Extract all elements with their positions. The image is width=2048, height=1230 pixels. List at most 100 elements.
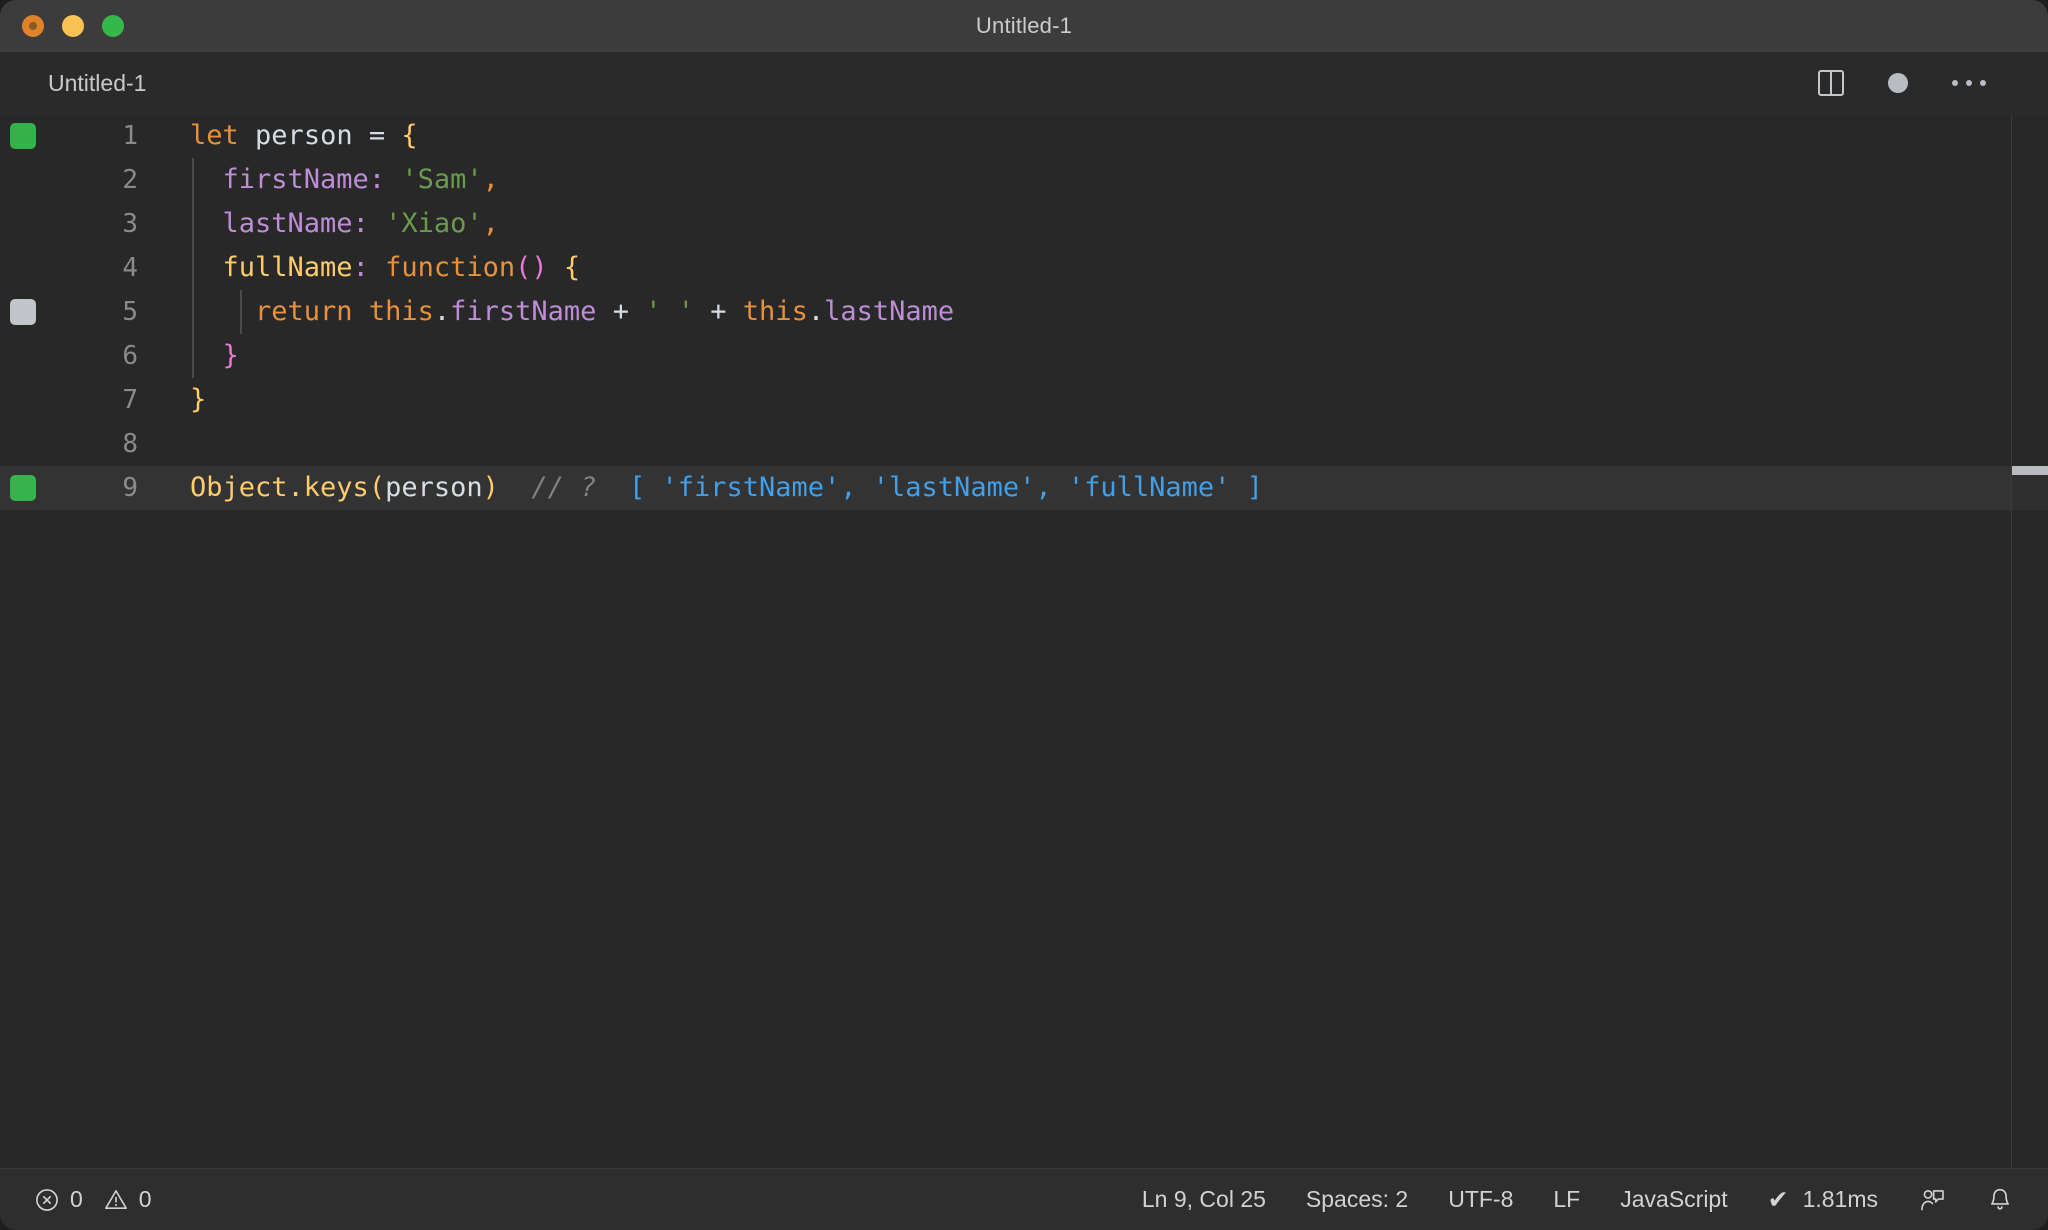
status-bar-right: Ln 9, Col 25 Spaces: 2 UTF-8 LF JavaScri… — [1142, 1185, 2048, 1215]
token-property-fullName: fullName — [223, 252, 353, 283]
token-call-object-keys: Object.keys — [190, 472, 369, 503]
live-indicator-green-icon — [10, 475, 36, 501]
token-keyword-return: return — [255, 296, 353, 327]
token-brace-open: { — [401, 120, 417, 151]
code-line-5[interactable]: 5 return this.firstName + ' ' + this.las… — [0, 290, 2048, 334]
token-space — [385, 120, 401, 151]
token-dot-1: . — [434, 296, 450, 327]
code-line-8[interactable]: 8 — [0, 422, 2048, 466]
more-actions-icon — [1952, 80, 1986, 86]
token-operator-plus-2: + — [694, 296, 743, 327]
token-indent — [190, 252, 223, 283]
split-editor-button[interactable] — [1818, 70, 1844, 96]
line-content-3: lastName: 'Xiao', — [166, 202, 2048, 246]
token-colon: : — [369, 164, 385, 195]
token-indent — [190, 208, 223, 239]
cursor-position[interactable]: Ln 9, Col 25 — [1142, 1186, 1266, 1213]
token-paren-open: ( — [369, 472, 385, 503]
inline-result-value: [ 'firstName', 'lastName', 'fullName' ] — [629, 472, 1263, 503]
line-content-2: firstName: 'Sam', — [166, 158, 2048, 202]
token-space — [353, 120, 369, 151]
token-brace-close-outer: } — [190, 384, 206, 415]
perf-time: 1.81ms — [1803, 1186, 1878, 1213]
line-number-5: 5 — [46, 290, 166, 334]
token-property-firstName: firstName — [223, 164, 369, 195]
tab-label: Untitled-1 — [48, 70, 146, 97]
token-keyword-this-1: this — [369, 296, 434, 327]
code-line-9[interactable]: 9 Object.keys(person) // ? [ 'firstName'… — [0, 466, 2048, 510]
line-number-4: 4 — [46, 246, 166, 290]
token-comment-probe: // ? — [531, 472, 596, 503]
error-circle-icon — [34, 1187, 60, 1213]
status-bar: 0 0 Ln 9, Col 25 Spaces: 2 UTF-8 LF Java… — [0, 1168, 2048, 1230]
code-line-3[interactable]: 3 lastName: 'Xiao', — [0, 202, 2048, 246]
code-line-1[interactable]: 1 let person = { — [0, 114, 2048, 158]
token-comma: , — [483, 164, 499, 195]
token-space — [499, 472, 532, 503]
split-editor-icon — [1818, 70, 1844, 96]
line-number-8: 8 — [46, 422, 166, 466]
zoom-window-button[interactable] — [102, 15, 124, 37]
warning-count: 0 — [139, 1186, 152, 1213]
code-line-7[interactable]: 7 } — [0, 378, 2048, 422]
unsaved-indicator-button[interactable] — [1888, 73, 1908, 93]
warning-triangle-icon — [103, 1187, 129, 1213]
problems-status[interactable]: 0 0 — [34, 1186, 152, 1213]
token-space — [596, 472, 629, 503]
token-brace-open: { — [564, 252, 580, 283]
indentation-setting[interactable]: Spaces: 2 — [1306, 1186, 1408, 1213]
line-marker-cell-9[interactable] — [0, 475, 46, 501]
token-indent — [190, 340, 223, 371]
token-member-firstName: firstName — [450, 296, 596, 327]
token-string-space: ' ' — [645, 296, 694, 327]
token-space — [548, 252, 564, 283]
line-marker-cell-5[interactable] — [0, 299, 46, 325]
scrollbar-divider — [2011, 114, 2012, 1168]
more-actions-button[interactable] — [1952, 80, 1986, 86]
language-mode[interactable]: JavaScript — [1620, 1186, 1727, 1213]
line-number-2: 2 — [46, 158, 166, 202]
code-line-6[interactable]: 6 } — [0, 334, 2048, 378]
line-number-7: 7 — [46, 378, 166, 422]
editor-actions — [1818, 70, 2020, 96]
tab-untitled-1[interactable]: Untitled-1 — [0, 52, 180, 114]
check-icon: ✔ — [1768, 1185, 1789, 1215]
live-indicator-green-icon — [10, 123, 36, 149]
token-identifier-person: person — [255, 120, 353, 151]
traffic-lights — [0, 15, 124, 37]
line-marker-cell-1[interactable] — [0, 123, 46, 149]
token-operator-assign: = — [369, 120, 385, 151]
line-number-3: 3 — [46, 202, 166, 246]
token-operator-plus-1: + — [596, 296, 645, 327]
window-title: Untitled-1 — [0, 13, 2048, 39]
line-number-9: 9 — [46, 466, 166, 510]
bell-icon[interactable] — [1986, 1186, 2014, 1214]
error-count: 0 — [70, 1186, 83, 1213]
token-space — [239, 120, 255, 151]
line-content-5: return this.firstName + ' ' + this.lastN… — [166, 290, 2048, 334]
code-line-4[interactable]: 4 fullName: function() { — [0, 246, 2048, 290]
line-content-7: } — [166, 378, 2048, 422]
line-number-1: 1 — [46, 114, 166, 158]
close-window-button[interactable] — [22, 15, 44, 37]
token-space — [369, 208, 385, 239]
line-content-9: Object.keys(person) // ? [ 'firstName', … — [166, 466, 2048, 510]
code-line-2[interactable]: 2 firstName: 'Sam', — [0, 158, 2048, 202]
minimize-window-button[interactable] — [62, 15, 84, 37]
performance-status[interactable]: ✔ 1.81ms — [1768, 1185, 1878, 1215]
code-editor[interactable]: 1 let person = { 2 firstName: 'Sam', 3 l… — [0, 114, 2048, 1168]
token-comma: , — [483, 208, 499, 239]
scrollbar-thumb[interactable] — [2012, 466, 2048, 475]
eol-setting[interactable]: LF — [1553, 1186, 1580, 1213]
token-colon: : — [353, 208, 369, 239]
feedback-person-icon[interactable] — [1918, 1186, 1946, 1214]
token-brace-close-inner: } — [223, 340, 239, 371]
token-indent — [190, 164, 223, 195]
line-content-1: let person = { — [166, 114, 2048, 158]
line-content-4: fullName: function() { — [166, 246, 2048, 290]
token-dot-2: . — [808, 296, 824, 327]
encoding-setting[interactable]: UTF-8 — [1448, 1186, 1513, 1213]
token-paren-close: ) — [483, 472, 499, 503]
tab-bar: Untitled-1 — [0, 52, 2048, 114]
token-property-lastName: lastName — [223, 208, 353, 239]
